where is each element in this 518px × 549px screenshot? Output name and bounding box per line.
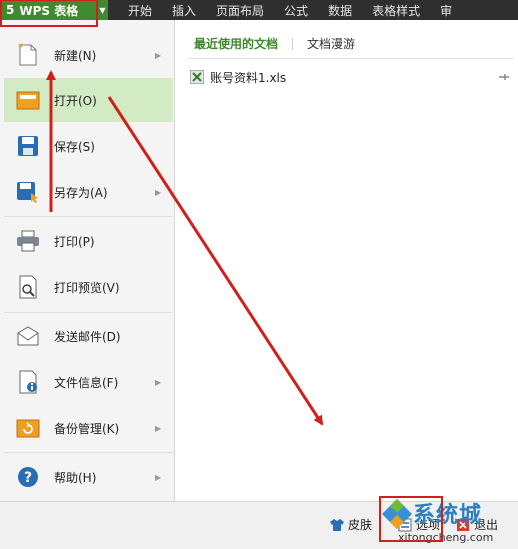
recent-file-item[interactable]: 账号资料1.xls: [189, 68, 510, 86]
menu-item-label: 另存为(A): [54, 185, 108, 200]
print-preview-icon: [16, 275, 40, 299]
chevron-down-icon: ▼: [99, 5, 106, 15]
recent-file-name: 账号资料1.xls: [210, 70, 287, 85]
svg-text:?: ?: [24, 470, 32, 486]
submenu-arrow-icon: ▶: [155, 187, 162, 197]
menu-divider: [4, 216, 173, 217]
mail-icon: [16, 324, 40, 348]
save-disk-icon: [16, 134, 40, 158]
tab-review[interactable]: 审: [430, 2, 462, 19]
watermark-url: xitongcheng.com: [398, 531, 494, 544]
menu-item-label: 打印(P): [54, 234, 95, 249]
help-icon: ?: [16, 465, 40, 489]
recent-docs-panel: 最近使用的文档 文档漫游 账号资料1.xls: [176, 20, 518, 501]
app-title: WPS 表格: [19, 3, 79, 18]
title-bar: 5 WPS 表格 ▼ 开始 插入 页面布局 公式 数据 表格样式 审: [0, 0, 518, 20]
menu-item-label: 备份管理(K): [54, 421, 120, 436]
menu-item-send-email[interactable]: 发送邮件(D): [4, 314, 173, 358]
tab-document-roaming[interactable]: 文档漫游: [307, 35, 355, 52]
tab-underline: [188, 58, 513, 59]
menu-item-backup[interactable]: 备份管理(K) ▶: [4, 406, 173, 450]
save-as-icon: [16, 180, 40, 204]
menu-item-file-info[interactable]: 文件信息(F) ▶: [4, 360, 173, 404]
menu-divider: [4, 452, 173, 453]
app-menu-dropdown-button[interactable]: ▼: [96, 0, 108, 20]
open-folder-icon: [16, 88, 40, 112]
menu-divider: [4, 312, 173, 313]
menu-item-print-preview[interactable]: 打印预览(V): [4, 265, 173, 309]
tab-formula[interactable]: 公式: [274, 2, 318, 19]
file-menu: 新建(N) ▶ 打开(O) 保存(S) 另存为(A) ▶ 打印(P) 打印预览(…: [0, 20, 175, 501]
tab-recent-documents[interactable]: 最近使用的文档: [194, 35, 278, 52]
tab-data[interactable]: 数据: [318, 2, 362, 19]
wps-app-menu-button[interactable]: 5 WPS 表格: [0, 0, 96, 20]
file-info-icon: [16, 370, 40, 394]
ribbon-tabs: 开始 插入 页面布局 公式 数据 表格样式 审: [108, 0, 462, 20]
printer-icon: [16, 229, 40, 253]
menu-item-label: 打开(O): [54, 93, 97, 108]
menu-item-label: 发送邮件(D): [54, 329, 121, 344]
menu-item-label: 文件信息(F): [54, 375, 119, 390]
menu-item-label: 打印预览(V): [54, 280, 120, 295]
submenu-arrow-icon: ▶: [155, 50, 162, 60]
tab-page-layout[interactable]: 页面布局: [206, 2, 274, 19]
tab-table-style[interactable]: 表格样式: [362, 2, 430, 19]
watermark-brand: 系统城: [413, 503, 483, 528]
menu-item-print[interactable]: 打印(P): [4, 219, 173, 263]
menu-item-label: 新建(N): [54, 48, 97, 63]
submenu-arrow-icon: ▶: [155, 423, 162, 433]
menu-item-save[interactable]: 保存(S): [4, 124, 173, 168]
skin-label: 皮肤: [348, 518, 373, 532]
menu-item-label: 保存(S): [54, 139, 95, 154]
new-file-icon: [16, 43, 40, 67]
menu-item-label: 帮助(H): [54, 470, 97, 485]
submenu-arrow-icon: ▶: [155, 377, 162, 387]
excel-file-icon: [189, 69, 205, 85]
menu-item-new[interactable]: 新建(N) ▶: [4, 33, 173, 77]
menu-item-save-as[interactable]: 另存为(A) ▶: [4, 170, 173, 214]
submenu-arrow-icon: ▶: [155, 472, 162, 482]
tab-divider: [292, 37, 294, 50]
tab-insert[interactable]: 插入: [162, 2, 206, 19]
shirt-icon: [330, 518, 344, 531]
watermark: 系统城 xitongcheng.com: [380, 493, 518, 549]
watermark-logo-icon: [382, 499, 412, 529]
tab-home[interactable]: 开始: [108, 2, 162, 19]
menu-item-open[interactable]: 打开(O): [4, 78, 173, 122]
panel-tabs: 最近使用的文档 文档漫游: [194, 35, 355, 52]
backup-icon: [16, 416, 40, 440]
pin-icon[interactable]: [498, 71, 510, 83]
menu-item-help[interactable]: ? 帮助(H) ▶: [4, 455, 173, 499]
skin-button[interactable]: 皮肤: [330, 516, 372, 533]
wps-logo-icon: 5: [6, 3, 15, 17]
